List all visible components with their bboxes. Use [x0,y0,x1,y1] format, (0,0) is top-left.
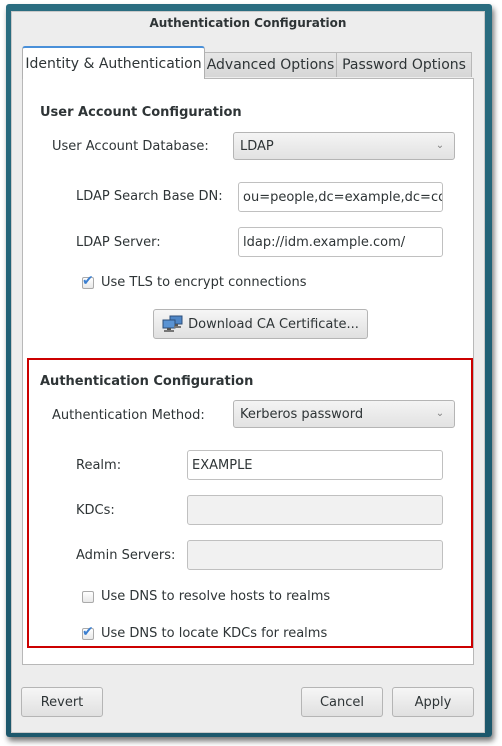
dns-resolve-hosts-checkbox[interactable]: Use DNS to resolve hosts to realms [82,589,330,604]
tab-password-options[interactable]: Password Options [336,52,472,77]
checkbox-label: Use DNS to locate KDCs for realms [101,626,328,641]
chevron-down-icon: ⌄ [435,408,445,419]
tab-label: Advanced Options [206,57,335,73]
auth-config-dialog: Authentication Configuration Identity & … [11,11,485,733]
combo-value: LDAP [240,138,274,154]
apply-button[interactable]: Apply [392,687,474,717]
realm-input[interactable]: EXAMPLE [187,450,443,480]
download-ca-certificate-button[interactable]: Download CA Certificate... [153,309,368,339]
button-label: Apply [414,694,452,710]
auth-method-label: Authentication Method: [52,408,205,423]
checkmark-icon: ✔ [82,272,94,289]
user-account-section-title: User Account Configuration [40,105,242,120]
tab-label: Identity & Authentication [25,55,202,72]
checkbox-label: Use DNS to resolve hosts to realms [101,589,331,604]
network-icon [162,315,183,332]
button-label: Cancel [319,694,365,710]
revert-button[interactable]: Revert [21,687,103,717]
combo-value: Kerberos password [240,406,364,422]
ldap-search-base-label: LDAP Search Base DN: [76,189,223,204]
use-tls-checkbox[interactable]: ✔ Use TLS to encrypt connections [82,273,307,290]
dns-locate-kdcs-checkbox[interactable]: ✔ Use DNS to locate KDCs for realms [82,624,328,641]
realm-label: Realm: [76,458,122,473]
checkbox-label: Use TLS to encrypt connections [101,275,307,290]
chevron-down-icon: ⌄ [435,140,445,151]
button-label: Download CA Certificate... [188,316,359,332]
ldap-server-label: LDAP Server: [76,235,161,250]
admin-servers-label: Admin Servers: [76,548,176,563]
identity-authentication-panel: User Account Configuration User Account … [22,78,474,665]
auth-config-section-title: Authentication Configuration [40,374,254,389]
tab-label: Password Options [342,57,466,73]
checkmark-icon: ✔ [82,623,94,640]
user-account-database-combo[interactable]: LDAP ⌄ [233,132,455,160]
ldap-search-base-input[interactable]: ou=people,dc=example,dc=com [238,182,443,212]
checkbox-box [82,590,94,603]
cancel-button[interactable]: Cancel [301,687,383,717]
button-label: Revert [40,694,84,710]
ldap-server-input[interactable]: ldap://idm.example.com/ [238,227,443,257]
auth-method-combo[interactable]: Kerberos password ⌄ [233,400,455,428]
window-title: Authentication Configuration [149,16,347,30]
checkbox-box: ✔ [82,624,94,640]
user-account-database-label: User Account Database: [52,139,209,154]
admin-servers-input[interactable] [187,540,443,570]
kdcs-label: KDCs: [76,503,115,518]
tab-advanced-options[interactable]: Advanced Options [204,52,337,77]
checkbox-box: ✔ [82,273,94,289]
tab-identity-authentication[interactable]: Identity & Authentication [22,46,205,79]
kdcs-input[interactable] [187,495,443,525]
